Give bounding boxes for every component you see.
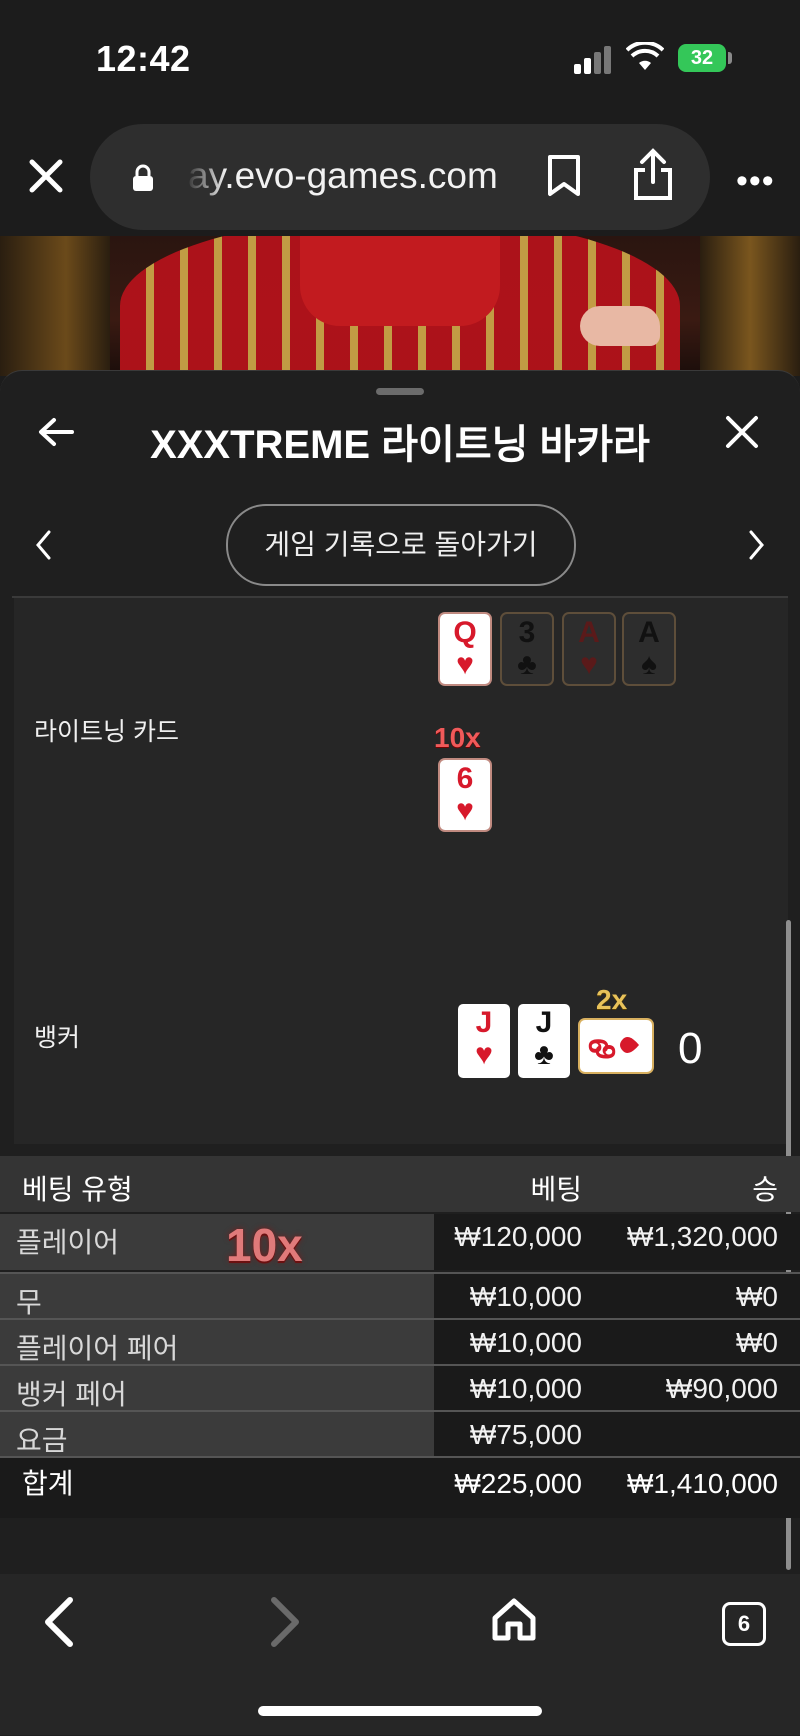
card-rank: A [578, 616, 600, 649]
battery-icon: 32 [678, 44, 726, 72]
card-suit: ♥ [456, 794, 474, 827]
bets-table-header: 베팅 유형 베팅 승 [0, 1156, 800, 1212]
total-bet: ₩225,000 [454, 1468, 582, 1499]
close-browser-icon[interactable] [26, 156, 66, 206]
table-row: 요금 ₩75,000 [0, 1412, 800, 1456]
total-row: 합계 ₩225,000 ₩1,410,000 [0, 1458, 800, 1518]
banker-score: 0 [678, 1024, 703, 1073]
previous-round-icon[interactable] [34, 528, 54, 567]
close-sheet-icon[interactable] [722, 412, 762, 457]
bet-type-name: 무 [16, 1287, 42, 1318]
bet-type-name: 뱅커 페어 [16, 1379, 127, 1410]
battery-tip [728, 52, 732, 64]
header-win: 승 [752, 1174, 778, 1205]
status-time: 12:42 [96, 38, 191, 79]
card-rank: 6 [456, 762, 474, 795]
lightning-multiplier: 10x [434, 722, 481, 753]
table-row: 플레이어 ₩120,000 ₩1,320,000 [0, 1214, 800, 1270]
lightning-card-1: Q ♥ [440, 614, 490, 684]
player-multiplier-badge: 10x [226, 1219, 303, 1271]
card-suit: ♥ [456, 648, 474, 681]
sheet-drag-handle[interactable] [376, 388, 424, 395]
card-rank: J [475, 1006, 493, 1039]
card-suit: ♥ [475, 1038, 493, 1071]
lock-icon [132, 164, 154, 197]
banker-multiplier: 2x [596, 984, 628, 1015]
card-suit: ♣ [517, 648, 537, 681]
cellular-signal-icon [574, 44, 614, 74]
sheet-title: XXXTREME 라이트닝 바카라 [150, 423, 650, 467]
bet-amount: ₩10,000 [469, 1281, 582, 1312]
bet-amount: ₩10,000 [469, 1373, 582, 1404]
total-win: ₩1,410,000 [627, 1468, 778, 1499]
header-bet: 베팅 [530, 1174, 582, 1205]
bet-type-name: 플레이어 페어 [16, 1333, 179, 1364]
url-fade [186, 150, 226, 200]
sideways-card-icon: 99 [580, 1020, 652, 1072]
card-rank: A [638, 616, 660, 649]
more-options-icon[interactable]: ••• [736, 164, 775, 198]
home-icon[interactable] [490, 1596, 538, 1647]
header-bet-type: 베팅 유형 [22, 1174, 133, 1205]
banker-card-1: J ♥ [458, 1004, 510, 1078]
total-label: 합계 [22, 1468, 74, 1499]
win-amount: ₩1,320,000 [627, 1221, 778, 1252]
bet-amount: ₩10,000 [469, 1327, 582, 1358]
live-video-preview [0, 236, 800, 376]
table-row: 뱅커 페어 ₩10,000 ₩90,000 [0, 1366, 800, 1410]
win-amount: ₩90,000 [665, 1373, 778, 1404]
card-suit: ♠ [641, 648, 657, 681]
card-rank: 3 [518, 616, 536, 649]
browser-forward-icon[interactable] [268, 1596, 304, 1653]
bet-type-name: 요금 [16, 1425, 68, 1456]
card-suit: ♥ [580, 648, 598, 681]
back-arrow-icon[interactable] [36, 412, 76, 457]
win-amount: ₩0 [736, 1281, 778, 1312]
bet-amount: ₩120,000 [454, 1221, 582, 1252]
lightning-card-2: 3 ♣ [502, 614, 552, 684]
table-row: 플레이어 페어 ₩10,000 ₩0 [0, 1320, 800, 1364]
bet-amount: ₩75,000 [469, 1419, 582, 1450]
win-amount: ₩0 [736, 1327, 778, 1358]
home-indicator[interactable] [258, 1706, 542, 1716]
lightning-card-4: A ♠ [624, 614, 674, 684]
banker-card-2: J ♣ [518, 1004, 570, 1078]
card-rank: J [535, 1006, 553, 1039]
wifi-icon [625, 40, 665, 77]
bet-type-name: 플레이어 [16, 1227, 120, 1258]
browser-back-icon[interactable] [40, 1596, 76, 1653]
card-suit: ♣ [534, 1038, 554, 1071]
banker-label: 뱅커 [34, 1024, 81, 1052]
back-to-history-button[interactable]: 게임 기록으로 돌아가기 [226, 504, 576, 586]
share-icon[interactable] [632, 148, 674, 207]
url-text[interactable]: ay.evo-games.com [188, 155, 498, 197]
lightning-card-3: A ♥ [564, 614, 614, 684]
lightning-card-label: 라이트닝 카드 [34, 718, 179, 746]
bookmark-icon[interactable] [546, 154, 582, 203]
card-rank: Q [453, 616, 477, 649]
svg-text:9: 9 [590, 1044, 621, 1060]
lightning-card: 6 ♥ [440, 760, 490, 830]
tabs-count-button[interactable]: 6 [722, 1602, 766, 1646]
next-round-icon[interactable] [746, 528, 766, 567]
table-row: 무 ₩10,000 ₩0 [0, 1274, 800, 1318]
